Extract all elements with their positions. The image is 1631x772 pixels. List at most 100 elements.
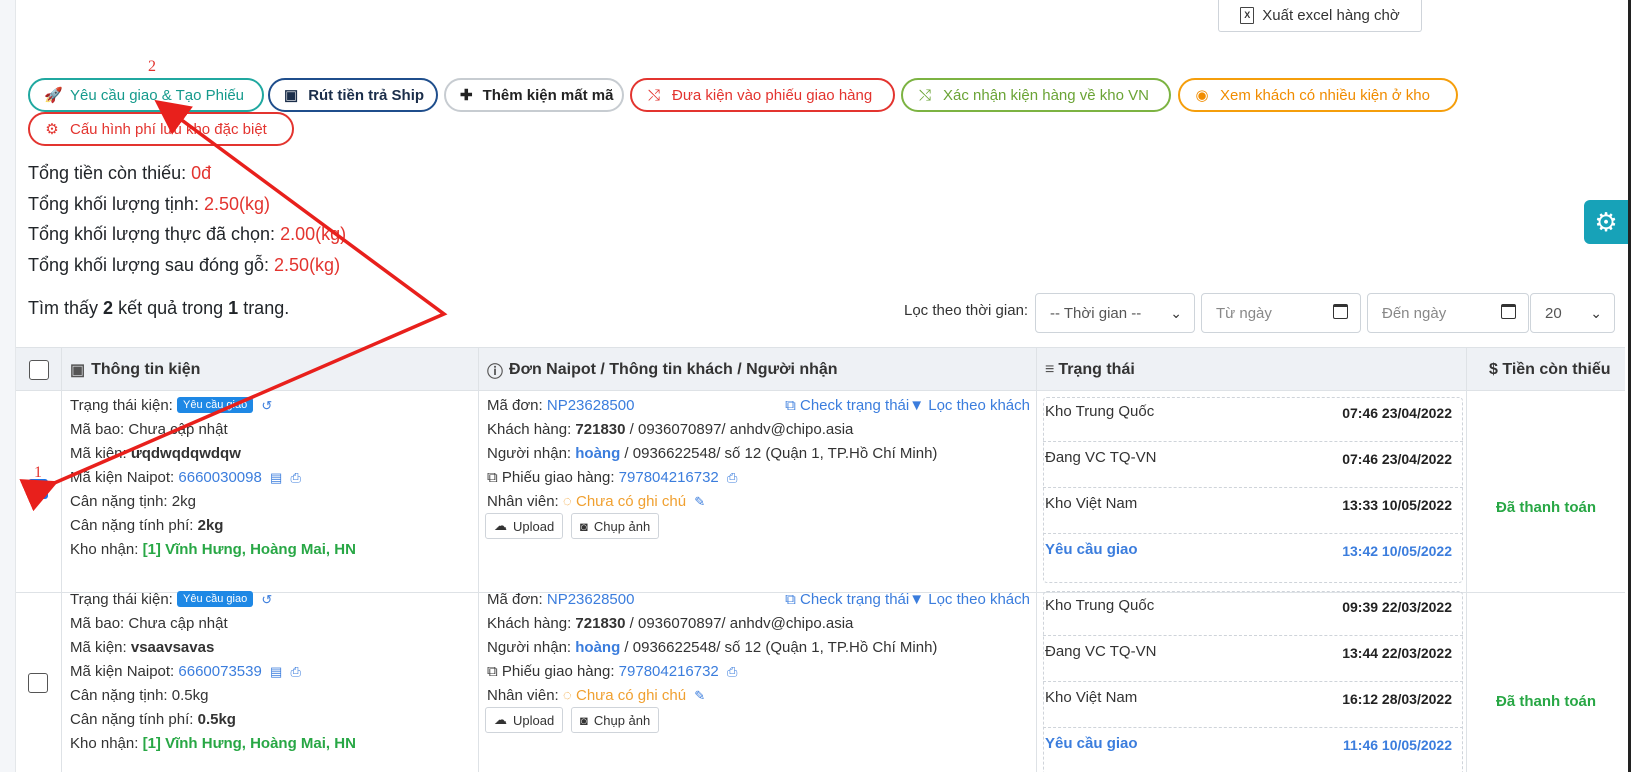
order-info-cell: Mã đơn: NP23628500 ⧉ Check trạng thái▼ L…: [479, 585, 1037, 772]
box-icon: ▣: [70, 362, 86, 379]
money-icon: ▣: [284, 87, 299, 104]
print-icon[interactable]: ⎙: [290, 664, 300, 679]
withdraw-ship-button[interactable]: ▣ Rút tiền trả Ship: [268, 78, 438, 112]
confirm-vn-warehouse-button[interactable]: ⤭ Xác nhận kiện hàng về kho VN: [901, 78, 1171, 112]
export-excel-label: Xuất excel hàng chờ: [1262, 7, 1400, 24]
comment-icon: ◌: [562, 493, 572, 510]
payment-status: Đã thanh toán: [1496, 499, 1596, 516]
left-sidebar-edge: [0, 0, 16, 772]
edit-icon[interactable]: ✎: [694, 688, 705, 703]
filter-customer-link[interactable]: Lọc theo khách: [928, 397, 1030, 414]
from-date-input[interactable]: Từ ngày: [1201, 293, 1361, 333]
calendar-icon: [1501, 304, 1516, 319]
owed-cell: Đã thanh toán: [1467, 391, 1625, 592]
table-row: Trạng thái kiện: Yêu cầu giao ↺ Mã bao: …: [16, 585, 1625, 772]
camera-icon: ◙: [580, 518, 588, 534]
page-size-select[interactable]: 20 ⌄: [1530, 293, 1615, 333]
chevron-down-icon: ⌄: [1590, 305, 1602, 321]
print-icon[interactable]: ⎙: [727, 470, 737, 485]
filter-customer-link[interactable]: Lọc theo khách: [928, 591, 1030, 608]
upload-button[interactable]: ☁ Upload: [485, 513, 564, 539]
summary-net-weight: Tổng khối lượng tịnh: 2.50(kg): [28, 193, 271, 214]
gear-icon: ⚙: [45, 121, 59, 138]
chevron-down-icon: ⌄: [1170, 305, 1182, 321]
external-link-icon: ⧉: [785, 397, 796, 414]
naipot-code-link[interactable]: 6660073539: [178, 663, 261, 680]
header-order: ⓘ Đơn Naipot / Thông tin khách / Người n…: [479, 348, 1037, 392]
status-badge: Yêu cầu giao: [177, 397, 254, 413]
order-info-cell: Mã đơn: NP23628500 ⧉ Check trạng thái▼ L…: [479, 391, 1037, 592]
customers-many-packages-button[interactable]: ◉ Xem khách có nhiều kiện ở kho: [1178, 78, 1458, 112]
filter-icon: ▼: [909, 397, 925, 414]
row-select-cell: [16, 585, 62, 772]
print-icon[interactable]: ⎙: [290, 470, 300, 485]
row-checkbox[interactable]: [28, 673, 48, 693]
check-links: ⧉ Check trạng thái▼ Lọc theo khách: [785, 591, 1030, 608]
payment-status: Đã thanh toán: [1496, 693, 1596, 710]
check-status-link[interactable]: Check trạng thái: [800, 397, 909, 414]
upload-button[interactable]: ☁ Upload: [485, 707, 564, 733]
header-status: ≡ Trạng thái: [1037, 348, 1467, 392]
row-checkbox[interactable]: [28, 479, 48, 499]
check-links: ⧉ Check trạng thái▼ Lọc theo khách: [785, 397, 1030, 414]
filter-label: Lọc theo thời gian:: [904, 302, 1029, 319]
table-header: ▣ Thông tin kiện ⓘ Đơn Naipot / Thông ti…: [16, 347, 1625, 392]
add-to-delivery-button[interactable]: ⤭ Đưa kiện vào phiếu giao hàng: [630, 78, 895, 112]
summary-block: Tổng tiền còn thiếu: 0đ Tổng khối lượng …: [28, 158, 346, 280]
rocket-icon: 🚀: [44, 87, 63, 104]
edit-icon[interactable]: ✎: [694, 494, 705, 509]
history-icon[interactable]: ↺: [261, 398, 272, 413]
calendar-icon: [1333, 304, 1348, 319]
order-link[interactable]: NP23628500: [547, 591, 635, 608]
external-link-icon: ⧉: [785, 591, 796, 608]
shuffle-icon: ⤭: [647, 86, 660, 104]
results-count: Tìm thấy 2 kết quả trong 1 trang.: [28, 298, 290, 318]
time-select[interactable]: -- Thời gian -- ⌄: [1035, 293, 1195, 333]
pdf-icon[interactable]: ▤: [270, 664, 282, 679]
plus-icon: ✚: [460, 87, 473, 104]
filter-icon: ▼: [909, 591, 925, 608]
add-lost-code-button[interactable]: ✚ Thêm kiện mất mã: [444, 78, 624, 112]
status-badge: Yêu cầu giao: [177, 591, 254, 607]
package-info-cell: Trạng thái kiện: Yêu cầu giao ↺ Mã bao: …: [62, 585, 479, 772]
settings-gear-icon[interactable]: ⚙: [1584, 200, 1628, 244]
naipot-code-link[interactable]: 6660030098: [178, 469, 261, 486]
summary-actual-weight: Tổng khối lượng thực đã chọn: 2.00(kg): [28, 224, 347, 244]
print-icon[interactable]: ⎙: [727, 664, 737, 679]
summary-missing: Tổng tiền còn thiếu: 0đ: [28, 163, 212, 183]
pdf-icon[interactable]: ▤: [270, 470, 282, 485]
take-photo-button[interactable]: ◙ Chụp ảnh: [571, 513, 660, 539]
annotation-step-2: 2: [148, 58, 156, 75]
row-select-cell: [16, 391, 62, 592]
status-cell: Kho Trung Quốc 09:39 22/03/2022 Đang VC …: [1037, 585, 1467, 772]
list-icon: ≡: [1045, 361, 1055, 378]
status-cell: Kho Trung Quốc 07:46 23/04/2022 Đang VC …: [1037, 391, 1467, 592]
order-link[interactable]: NP23628500: [547, 397, 635, 414]
check-status-link[interactable]: Check trạng thái: [800, 591, 909, 608]
select-all-checkbox[interactable]: [29, 360, 49, 380]
select-all-cell: [16, 348, 62, 392]
cloud-upload-icon: ☁: [494, 518, 507, 533]
copy-icon: ⧉: [487, 663, 498, 680]
request-delivery-button[interactable]: 🚀 Yêu cầu giao & Tạo Phiếu: [28, 78, 264, 112]
excel-file-icon: X: [1240, 7, 1255, 24]
to-date-input[interactable]: Đến ngày: [1367, 293, 1529, 333]
header-info: ▣ Thông tin kiện: [62, 348, 479, 392]
special-storage-fee-button[interactable]: ⚙ Cấu hình phí lưu kho đặc biệt: [28, 112, 294, 146]
table-row: Trạng thái kiện: Yêu cầu giao ↺ Mã bao: …: [16, 391, 1625, 593]
package-info-cell: Trạng thái kiện: Yêu cầu giao ↺ Mã bao: …: [62, 391, 479, 592]
history-icon[interactable]: ↺: [261, 592, 272, 607]
user-circle-icon: ◉: [1195, 87, 1209, 104]
export-excel-button[interactable]: X Xuất excel hàng chờ: [1218, 0, 1422, 32]
summary-wood-weight: Tổng khối lượng sau đóng gỗ: 2.50(kg): [28, 254, 341, 275]
copy-icon: ⧉: [487, 469, 498, 486]
header-owed: $ Tiền còn thiếu: [1489, 361, 1611, 378]
comment-icon: ◌: [562, 687, 572, 704]
annotation-step-1: 1: [34, 464, 42, 481]
delivery-link[interactable]: 797804216732: [619, 663, 719, 680]
take-photo-button[interactable]: ◙ Chụp ảnh: [571, 707, 660, 733]
shuffle-icon: ⤭: [918, 86, 931, 104]
delivery-link[interactable]: 797804216732: [619, 469, 719, 486]
owed-cell: Đã thanh toán: [1467, 585, 1625, 772]
info-circle-icon: ⓘ: [487, 364, 504, 381]
